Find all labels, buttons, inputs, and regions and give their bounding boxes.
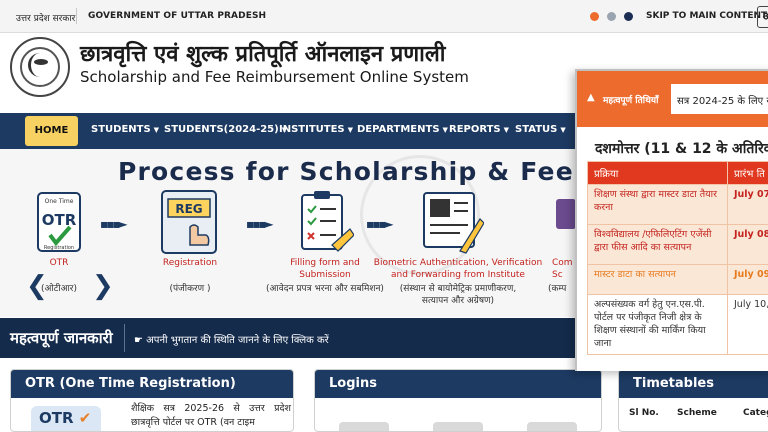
step-registration-label: Registration: [162, 258, 218, 268]
otr-logo-text: OTR: [39, 409, 74, 427]
reg-icon-text: REG: [175, 202, 202, 216]
theme-orange-button[interactable]: [590, 12, 599, 21]
nav-status[interactable]: STATUS ▼: [515, 124, 566, 135]
chevron-down-icon: ▼: [560, 126, 566, 134]
step-arrow-icon: ▪▪▪►: [366, 217, 394, 231]
step-otr-label: OTR: [49, 258, 69, 268]
divider: [124, 324, 125, 352]
table-header-row: प्रक्रिया प्रारंभ ति: [587, 161, 768, 185]
nav-home[interactable]: HOME: [25, 116, 78, 146]
otr-card-title: OTR (One Time Registration): [11, 370, 293, 398]
important-dates-label: महत्वपूर्ण तिथियाँ: [603, 96, 659, 106]
otr-icon-subcaption: Registration: [44, 245, 74, 251]
emblem-bow: [28, 53, 52, 77]
divider: [76, 8, 77, 24]
nav-departments-label: DEPARTMENTS: [357, 124, 440, 135]
timetables-card: Timetables Sl No. Scheme Categ: [618, 369, 768, 432]
row-process: अल्पसंख्यक वर्ग हेतु एन.एस.पी. पोर्टल पर…: [587, 294, 728, 355]
site-title-hindi: छात्रवृत्ति एवं शुल्क प्रतिपूर्ति ऑनलाइन…: [80, 42, 446, 67]
step-form-label: Filling form and Submission: [290, 258, 360, 280]
nav-students[interactable]: STUDENTS ▼: [91, 124, 159, 135]
timetable-col-scheme: Scheme: [677, 408, 717, 418]
login-icon[interactable]: [339, 422, 389, 431]
row-process: शिक्षण संस्था द्वारा मास्टर डाटा तैयार क…: [587, 184, 728, 225]
otr-icon: One Time OTR Registration: [37, 192, 81, 252]
check-icon: ✔: [73, 409, 92, 427]
table-row: अल्पसंख्यक वर्ग हेतु एन.एस.पी. पोर्टल पर…: [587, 294, 768, 355]
important-dates-table: प्रक्रिया प्रारंभ ति शिक्षण संस्था द्वार…: [587, 161, 768, 355]
important-info-title: महत्वपूर्ण जानकारी: [10, 329, 113, 347]
up-government-emblem: [10, 37, 70, 97]
registration-icon: REG: [161, 190, 217, 254]
popup-header: ▲ महत्वपूर्ण तिथियाँ सत्र 2024-25 के लिए…: [577, 71, 768, 127]
logins-card-title: Logins: [315, 370, 601, 398]
step-arrow-icon: ▪▪▪►: [246, 217, 274, 231]
dates-marquee[interactable]: सत्र 2024-25 के लिए या: [671, 84, 768, 114]
table-row: शिक्षण संस्था द्वारा मास्टर डाटा तैयार क…: [587, 184, 768, 225]
popup-section-title: दशमोत्तर (11 & 12 के अतिरिक्त: [595, 141, 768, 157]
step-biometric-sub: (संस्थान से बायोमेट्रिक प्रमाणीकरण, सत्य…: [399, 284, 517, 306]
skip-to-main-link[interactable]: SKIP TO MAIN CONTENT: [646, 11, 767, 21]
government-label: GOVERNMENT OF UTTAR PRADESH: [88, 11, 267, 21]
timetable-col-category: Categ: [743, 408, 768, 418]
step-registration-sub: (पंजीकरण ): [169, 284, 211, 294]
otr-logo: OTR ✔: [31, 406, 101, 431]
chevron-down-icon: ▼: [347, 126, 354, 134]
biometric-icon: [423, 192, 484, 254]
chevron-down-icon: ▼: [503, 126, 510, 134]
login-icon[interactable]: [527, 422, 577, 431]
nav-reports[interactable]: REPORTS ▼: [449, 124, 509, 135]
form-icon: [301, 191, 354, 252]
computer-icon: [556, 199, 576, 229]
row-date: July 08: [727, 224, 768, 265]
col-start-date: प्रारंभ ति: [727, 161, 768, 185]
emblem-fish: [34, 59, 48, 65]
step-biometric-label: Biometric Authentication, Verification a…: [373, 258, 543, 280]
table-row: मास्टर डाटा का सत्यापन July 09: [587, 264, 768, 295]
important-dates-popup: ▲ महत्वपूर्ण तिथियाँ सत्र 2024-25 के लिए…: [575, 69, 768, 371]
chevron-down-icon: ▼: [442, 126, 448, 134]
col-process: प्रक्रिया: [587, 161, 728, 185]
slider-next-button[interactable]: ❯: [92, 271, 114, 301]
payment-status-link[interactable]: ☛ अपनी भुगतान की स्थिति जानने के लिए क्ल…: [134, 332, 329, 346]
top-strip: उत्तर प्रदेश सरकार GOVERNMENT OF UTTAR P…: [0, 0, 768, 33]
step-arrow-icon: ▪▪▪►: [100, 217, 128, 231]
slider-prev-button[interactable]: ❮: [26, 271, 48, 301]
hand-pointer-icon: ☛: [134, 335, 147, 346]
otr-icon-text: OTR: [42, 211, 77, 229]
chevron-down-icon: ▼: [153, 126, 160, 134]
nav-institutes[interactable]: INSTITUTES ▼: [279, 124, 353, 135]
language-toggle-button[interactable]: अ: [757, 6, 768, 28]
row-date: July 09: [727, 264, 768, 295]
otr-card: OTR (One Time Registration) OTR ✔ शैक्षि…: [10, 369, 294, 432]
login-icon[interactable]: [433, 422, 483, 431]
nav-departments[interactable]: DEPARTMENTS ▼: [357, 124, 448, 135]
nav-students-2024-25-label: STUDENTS(2024-25): [164, 124, 279, 135]
row-date: July 10,: [727, 294, 768, 355]
nav-institutes-label: INSTITUTES: [279, 124, 345, 135]
step-computer-sub: (कम्प: [548, 284, 567, 294]
table-row: विश्वविद्यालय /एफिलिएटिंग एजेंसी द्वारा …: [587, 224, 768, 265]
otr-card-description: शैक्षिक सत्र 2025-26 से उत्तर प्रदेश छात…: [131, 403, 291, 428]
logins-card: Logins: [314, 369, 602, 432]
timetables-card-title: Timetables: [619, 370, 768, 398]
otr-icon-caption: One Time: [45, 198, 74, 205]
state-government-label-hi: उत्तर प्रदेश सरकार: [16, 14, 76, 24]
nav-status-label: STATUS: [515, 124, 558, 135]
nav-reports-label: REPORTS: [449, 124, 501, 135]
payment-status-text: अपनी भुगतान की स्थिति जानने के लिए क्लिक…: [146, 335, 329, 346]
theme-grey-button[interactable]: [607, 12, 616, 21]
nav-students-2024-25[interactable]: STUDENTS(2024-25) ▼: [164, 124, 287, 135]
banner-heading: Process for Scholarship & Fee R: [118, 157, 605, 186]
theme-navy-button[interactable]: [624, 12, 633, 21]
warning-icon: ▲: [587, 92, 595, 103]
timetable-col-slno: Sl No.: [629, 408, 659, 418]
row-date: July 07: [727, 184, 768, 225]
row-process: विश्वविद्यालय /एफिलिएटिंग एजेंसी द्वारा …: [587, 224, 728, 265]
step-computer-label: Com Sc: [552, 258, 573, 280]
nav-students-label: STUDENTS: [91, 124, 151, 135]
site-title-english: Scholarship and Fee Reimbursement Online…: [80, 68, 469, 86]
row-process: मास्टर डाटा का सत्यापन: [587, 264, 728, 295]
